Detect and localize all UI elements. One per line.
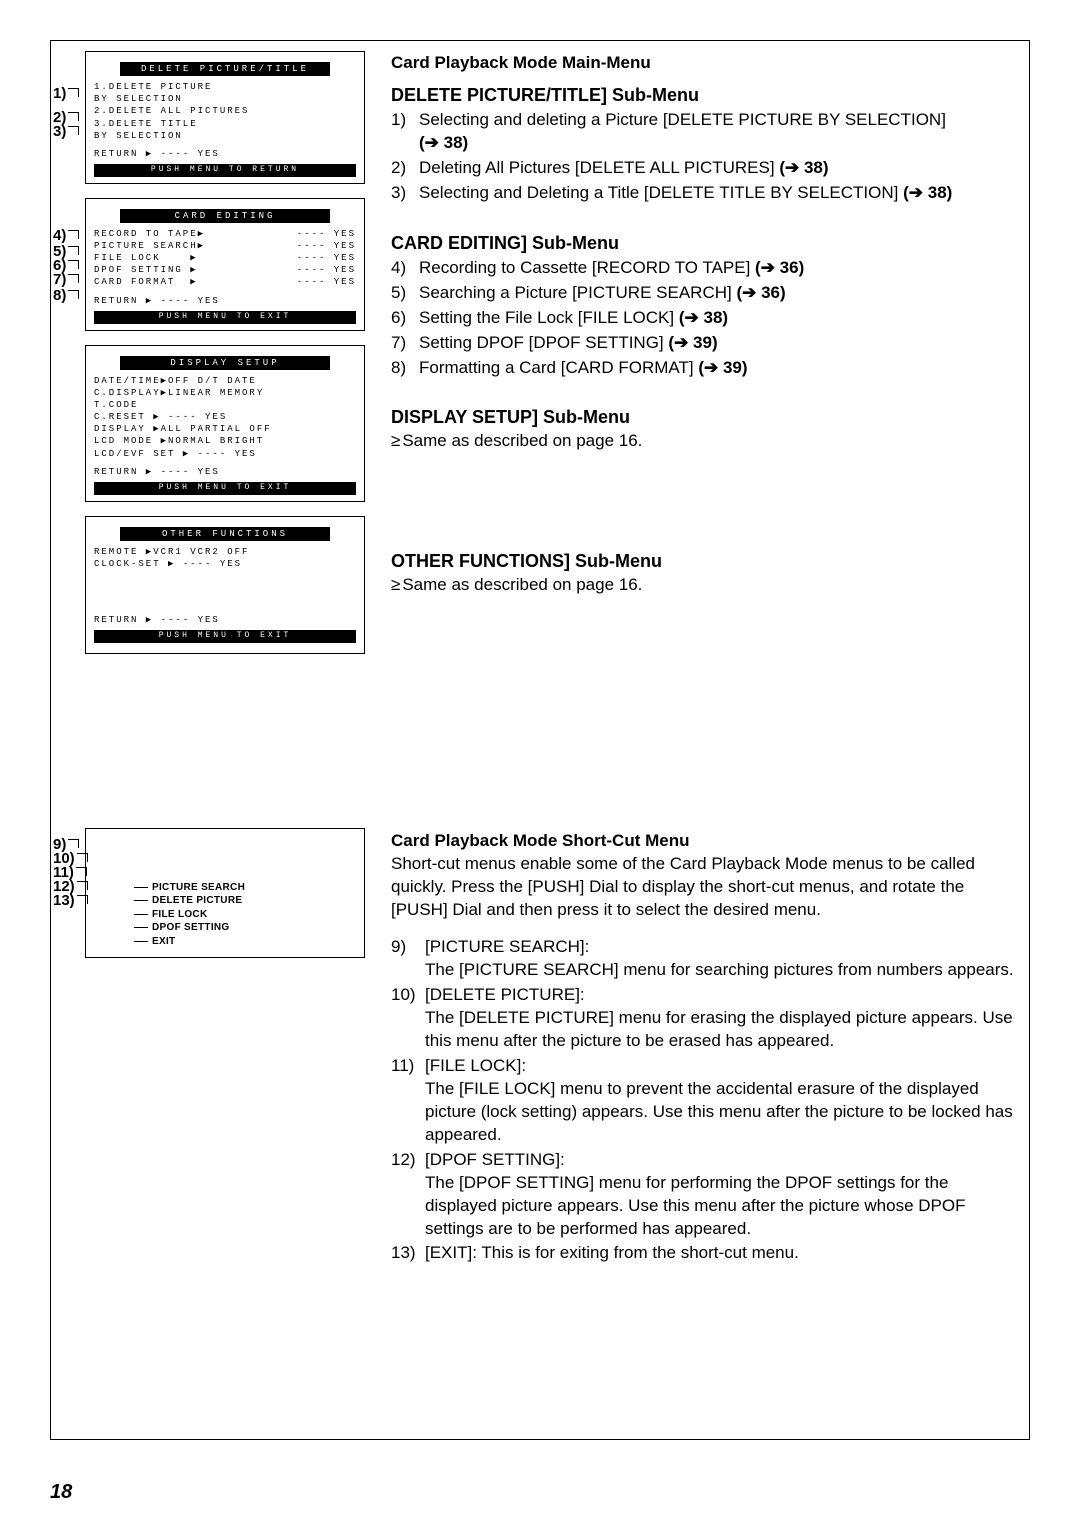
screen-header: DELETE PICTURE/TITLE (120, 62, 330, 76)
main-menu-title: Card Playback Mode Main-Menu (391, 53, 1014, 73)
list-item: 4)Recording to Cassette [RECORD TO TAPE]… (391, 257, 1014, 280)
screen-row: C.DISPLAY▶LINEAR MEMORY (94, 387, 356, 399)
left-column: 1) 2) 3) DELETE PICTURE/TITLE 1.DELETE P… (51, 41, 381, 1439)
callout-1: 1) (53, 85, 79, 102)
list-item: 3) Selecting and Deleting a Title [DELET… (391, 182, 1014, 205)
shortcut-item: FILE LOCK (134, 908, 364, 922)
list-item: 5)Searching a Picture [PICTURE SEARCH] (… (391, 282, 1014, 305)
screen-shortcut-menu: PICTURE SEARCH DELETE PICTURE FILE LOCK … (85, 828, 365, 958)
callout-13: 13) (53, 892, 88, 909)
screen-line: 3.DELETE TITLE (94, 118, 356, 130)
shortcut-desc: 11)[FILE LOCK]: The [FILE LOCK] menu to … (391, 1055, 1014, 1147)
screen-header: CARD EDITING (120, 209, 330, 223)
screen-line: BY SELECTION (94, 130, 356, 142)
screen-header: OTHER FUNCTIONS (120, 527, 330, 541)
shortcut-desc: 10)[DELETE PICTURE]: The [DELETE PICTURE… (391, 984, 1014, 1053)
screen-line: BY SELECTION (94, 93, 356, 105)
callout-4: 4) (53, 227, 79, 244)
shortcut-title: Card Playback Mode Short-Cut Menu (391, 831, 1014, 851)
list-item: 1) Selecting and deleting a Picture [DEL… (391, 109, 1014, 155)
screen-row: DPOF SETTING ▶---- YES (94, 264, 356, 276)
list-item: 8)Formatting a Card [CARD FORMAT] (➔ 39) (391, 357, 1014, 380)
shortcut-desc: 9)[PICTURE SEARCH]: The [PICTURE SEARCH]… (391, 936, 1014, 982)
right-column: Card Playback Mode Main-Menu DELETE PICT… (381, 41, 1029, 1439)
list-item: 7)Setting DPOF [DPOF SETTING] (➔ 39) (391, 332, 1014, 355)
screen-return: RETURN ▶ ---- YES (94, 614, 356, 626)
screen-return: RETURN ▶ ---- YES (94, 466, 356, 478)
screen-row: CLOCK-SET ▶ ---- YES (94, 558, 356, 570)
list-item: 6)Setting the File Lock [FILE LOCK] (➔ 3… (391, 307, 1014, 330)
note: Same as described on page 16. (391, 575, 1014, 595)
manual-page: 1) 2) 3) DELETE PICTURE/TITLE 1.DELETE P… (50, 40, 1030, 1440)
screen-row: CARD FORMAT ▶---- YES (94, 276, 356, 288)
screen-footer: PUSH MENU TO EXIT (94, 630, 356, 643)
screen-footer: PUSH MENU TO EXIT (94, 482, 356, 495)
screen-footer: PUSH MENU TO RETURN (94, 164, 356, 177)
shortcut-intro: Short-cut menus enable some of the Card … (391, 853, 1014, 922)
screen-row: T.CODE (94, 399, 356, 411)
screen-row: C.RESET ▶ ---- YES (94, 411, 356, 423)
screen-header: DISPLAY SETUP (120, 356, 330, 370)
callout-7: 7) (53, 271, 79, 288)
shortcut-item: DPOF SETTING (134, 921, 364, 935)
shortcut-item: PICTURE SEARCH (134, 881, 364, 895)
screen-footer: PUSH MENU TO EXIT (94, 311, 356, 324)
screen-display-setup: DISPLAY SETUP DATE/TIME▶OFF D/T DATE C.D… (85, 345, 365, 502)
list-item: 2) Deleting All Pictures [DELETE ALL PIC… (391, 157, 1014, 180)
screen-row: LCD/EVF SET ▶ ---- YES (94, 448, 356, 460)
screen-row: PICTURE SEARCH▶---- YES (94, 240, 356, 252)
screen-delete-picture: DELETE PICTURE/TITLE 1.DELETE PICTURE BY… (85, 51, 365, 184)
submenu-heading-delete: DELETE PICTURE/TITLE] Sub-Menu (391, 85, 1014, 106)
screen-row: RECORD TO TAPE▶---- YES (94, 228, 356, 240)
shortcut-item: DELETE PICTURE (134, 894, 364, 908)
screen-row: LCD MODE ▶NORMAL BRIGHT (94, 435, 356, 447)
screen-line: 1.DELETE PICTURE (94, 81, 356, 93)
screen-other-functions: OTHER FUNCTIONS REMOTE ▶VCR1 VCR2 OFF CL… (85, 516, 365, 654)
submenu-heading-display: DISPLAY SETUP] Sub-Menu (391, 407, 1014, 428)
shortcut-item: EXIT (134, 935, 364, 949)
page-number: 18 (50, 1481, 72, 1504)
shortcut-desc: 12)[DPOF SETTING]: The [DPOF SETTING] me… (391, 1149, 1014, 1241)
shortcut-desc: 13)[EXIT]: This is for exiting from the … (391, 1242, 1014, 1265)
screen-line: 2.DELETE ALL PICTURES (94, 105, 356, 117)
screen-row: DISPLAY ▶ALL PARTIAL OFF (94, 423, 356, 435)
note: Same as described on page 16. (391, 431, 1014, 451)
callout-3: 3) (53, 123, 79, 140)
submenu-heading-other: OTHER FUNCTIONS] Sub-Menu (391, 551, 1014, 572)
screen-row: FILE LOCK ▶---- YES (94, 252, 356, 264)
callout-8: 8) (53, 287, 79, 304)
submenu-heading-card: CARD EDITING] Sub-Menu (391, 233, 1014, 254)
screen-card-editing: CARD EDITING RECORD TO TAPE▶---- YES PIC… (85, 198, 365, 331)
screen-row: REMOTE ▶VCR1 VCR2 OFF (94, 546, 356, 558)
screen-return: RETURN ▶ ---- YES (94, 295, 356, 307)
screen-return: RETURN ▶ ---- YES (94, 148, 356, 160)
screen-row: DATE/TIME▶OFF D/T DATE (94, 375, 356, 387)
